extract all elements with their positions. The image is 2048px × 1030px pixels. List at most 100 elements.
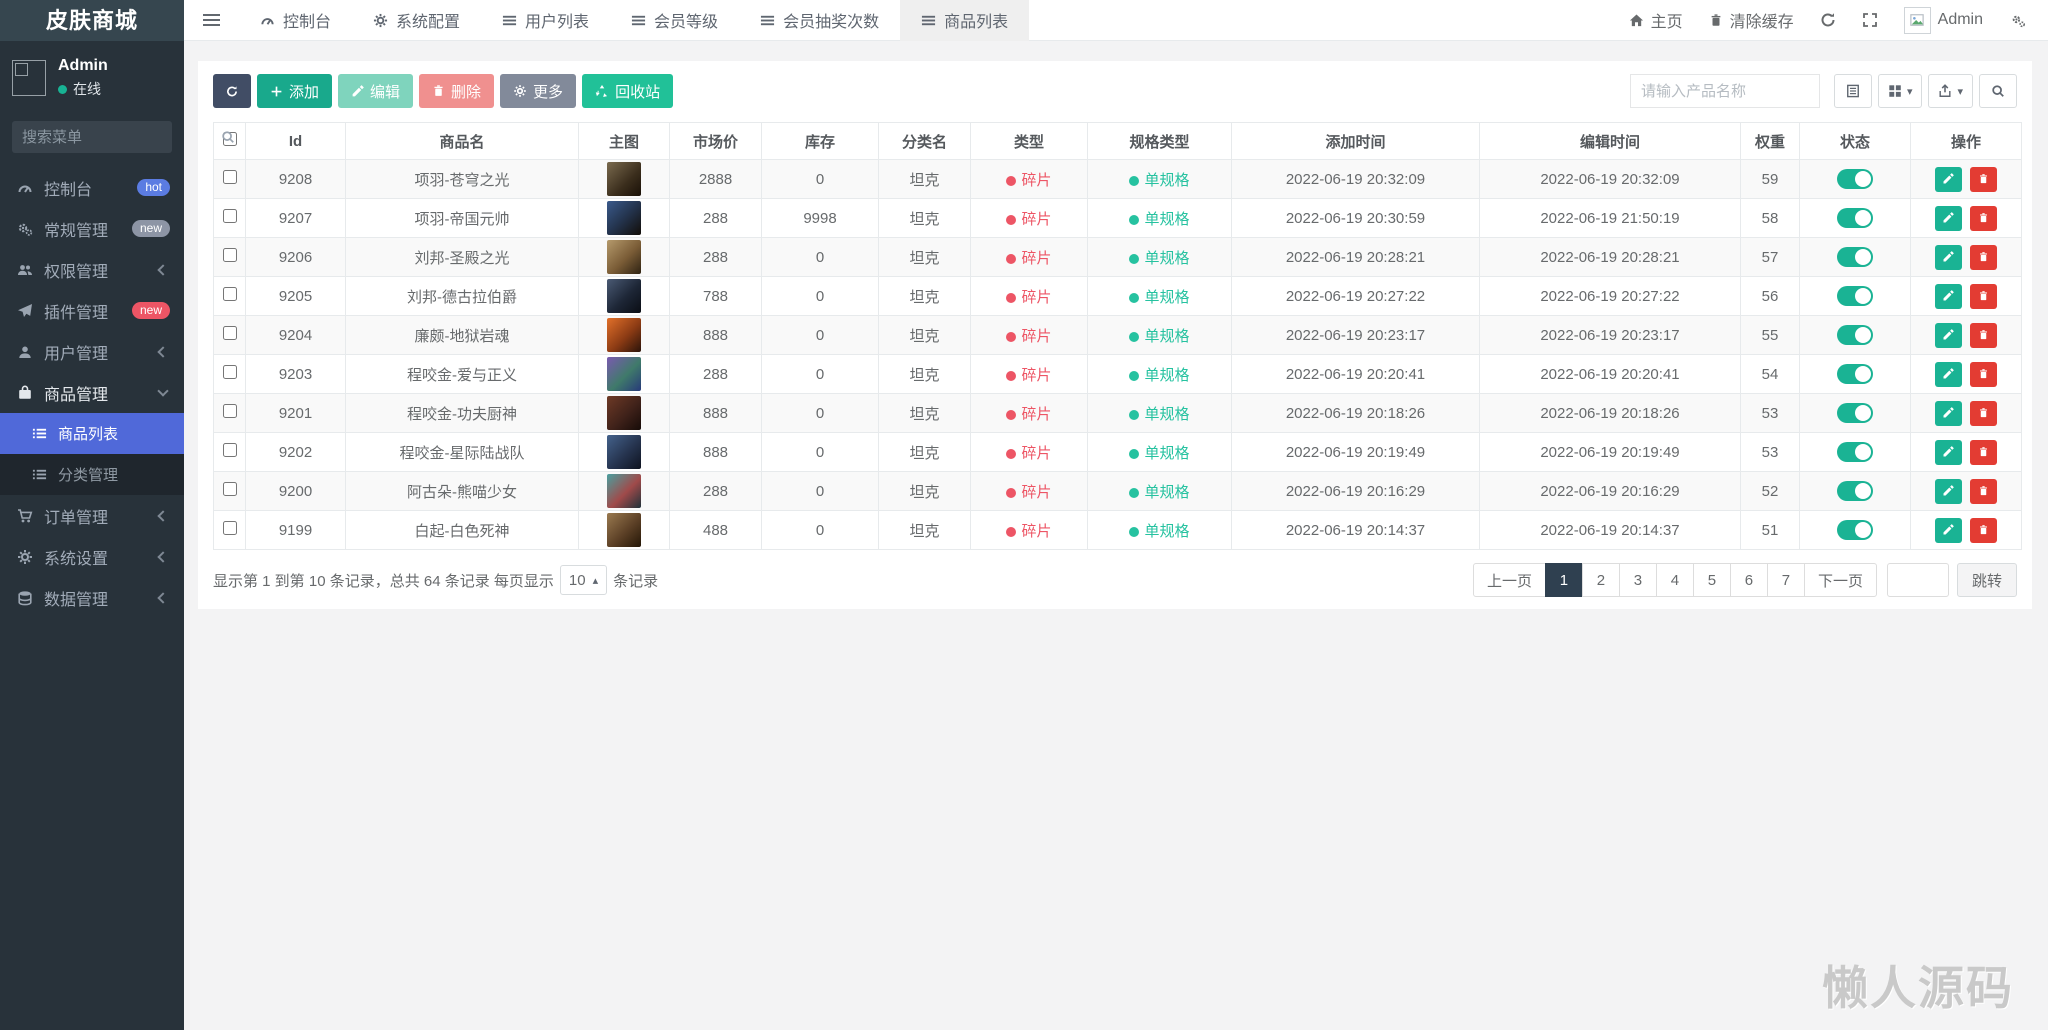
row-edit-button[interactable] (1935, 284, 1962, 309)
recycle-bin-button[interactable]: 回收站 (582, 74, 673, 108)
product-thumbnail[interactable] (607, 279, 641, 313)
user-menu[interactable]: Admin (1904, 7, 1983, 34)
product-thumbnail[interactable] (607, 201, 641, 235)
page-size-select[interactable]: 10▴ (560, 565, 607, 595)
status-toggle[interactable] (1837, 325, 1873, 345)
row-delete-button[interactable] (1970, 206, 1997, 231)
sidebar-item-permissions[interactable]: 权限管理 (0, 249, 184, 290)
tab-lottery-times[interactable]: 会员抽奖次数 (739, 0, 900, 41)
row-checkbox[interactable] (223, 209, 237, 223)
row-delete-button[interactable] (1970, 284, 1997, 309)
row-edit-button[interactable] (1935, 401, 1962, 426)
tab-member-level[interactable]: 会员等级 (610, 0, 739, 41)
tab-user-list[interactable]: 用户列表 (481, 0, 610, 41)
refresh-icon[interactable] (1820, 12, 1836, 28)
row-edit-button[interactable] (1935, 362, 1962, 387)
page-button-7[interactable]: 7 (1767, 563, 1805, 597)
page-button-2[interactable]: 2 (1582, 563, 1620, 597)
refresh-button[interactable] (213, 74, 251, 108)
home-link[interactable]: 主页 (1629, 8, 1683, 32)
search-button[interactable] (1979, 74, 2017, 108)
next-page-button[interactable]: 下一页 (1804, 563, 1877, 597)
row-checkbox[interactable] (223, 443, 237, 457)
status-toggle[interactable] (1837, 364, 1873, 384)
status-toggle[interactable] (1837, 403, 1873, 423)
page-button-3[interactable]: 3 (1619, 563, 1657, 597)
product-thumbnail[interactable] (607, 435, 641, 469)
sidebar-item-dashboard[interactable]: 控制台 hot (0, 167, 184, 208)
row-checkbox[interactable] (223, 287, 237, 301)
jump-button[interactable]: 跳转 (1957, 563, 2017, 597)
sidebar-search-input[interactable] (22, 129, 221, 146)
clear-cache-link[interactable]: 清除缓存 (1709, 8, 1794, 32)
row-checkbox[interactable] (223, 482, 237, 496)
row-delete-button[interactable] (1970, 323, 1997, 348)
tab-system-config[interactable]: 系统配置 (352, 0, 481, 41)
row-checkbox[interactable] (223, 248, 237, 262)
sidebar-item-products[interactable]: 商品管理 (0, 372, 184, 413)
row-delete-button[interactable] (1970, 167, 1997, 192)
jump-page-input[interactable] (1887, 563, 1949, 597)
status-toggle[interactable] (1837, 247, 1873, 267)
page-button-1[interactable]: 1 (1545, 563, 1583, 597)
export-button[interactable]: ▾ (1928, 74, 1973, 108)
status-toggle[interactable] (1837, 286, 1873, 306)
row-delete-button[interactable] (1970, 440, 1997, 465)
product-thumbnail[interactable] (607, 357, 641, 391)
gears-icon[interactable] (2009, 12, 2026, 29)
page-button-5[interactable]: 5 (1693, 563, 1731, 597)
chevron-left-icon (157, 346, 168, 357)
row-edit-button[interactable] (1935, 323, 1962, 348)
product-thumbnail[interactable] (607, 513, 641, 547)
row-edit-button[interactable] (1935, 245, 1962, 270)
row-checkbox[interactable] (223, 521, 237, 535)
row-delete-button[interactable] (1970, 362, 1997, 387)
status-toggle[interactable] (1837, 208, 1873, 228)
product-search-input[interactable] (1630, 74, 1820, 108)
row-edit-button[interactable] (1935, 167, 1962, 192)
row-delete-button[interactable] (1970, 479, 1997, 504)
sidebar-item-general[interactable]: 常规管理 new (0, 208, 184, 249)
row-checkbox[interactable] (223, 326, 237, 340)
row-checkbox[interactable] (223, 365, 237, 379)
sidebar-item-category[interactable]: 分类管理 (0, 454, 184, 495)
delete-button[interactable]: 删除 (419, 74, 494, 108)
row-delete-button[interactable] (1970, 401, 1997, 426)
fullscreen-icon[interactable] (1862, 12, 1878, 28)
status-toggle[interactable] (1837, 481, 1873, 501)
tab-product-list[interactable]: 商品列表 (900, 0, 1029, 41)
row-checkbox[interactable] (223, 170, 237, 184)
status-toggle[interactable] (1837, 169, 1873, 189)
product-thumbnail[interactable] (607, 318, 641, 352)
product-thumbnail[interactable] (607, 240, 641, 274)
row-delete-button[interactable] (1970, 245, 1997, 270)
page-button-6[interactable]: 6 (1730, 563, 1768, 597)
status-toggle[interactable] (1837, 442, 1873, 462)
add-button[interactable]: 添加 (257, 74, 332, 108)
row-checkbox[interactable] (223, 404, 237, 418)
sidebar-toggle-icon[interactable] (184, 11, 239, 29)
detail-view-button[interactable] (1834, 74, 1872, 108)
page-button-4[interactable]: 4 (1656, 563, 1694, 597)
product-thumbnail[interactable] (607, 474, 641, 508)
sidebar-item-users[interactable]: 用户管理 (0, 331, 184, 372)
prev-page-button[interactable]: 上一页 (1473, 563, 1546, 597)
row-delete-button[interactable] (1970, 518, 1997, 543)
sidebar-item-product-list[interactable]: 商品列表 (0, 413, 184, 454)
sidebar-item-plugins[interactable]: 插件管理 new (0, 290, 184, 331)
sidebar-item-data[interactable]: 数据管理 (0, 577, 184, 618)
user-avatar[interactable] (12, 60, 46, 96)
sidebar-item-orders[interactable]: 订单管理 (0, 495, 184, 536)
product-thumbnail[interactable] (607, 162, 641, 196)
more-button[interactable]: 更多 (500, 74, 576, 108)
product-thumbnail[interactable] (607, 396, 641, 430)
row-edit-button[interactable] (1935, 440, 1962, 465)
tab-dashboard[interactable]: 控制台 (239, 0, 352, 41)
row-edit-button[interactable] (1935, 518, 1962, 543)
columns-button[interactable]: ▾ (1878, 74, 1923, 108)
sidebar-item-settings[interactable]: 系统设置 (0, 536, 184, 577)
row-edit-button[interactable] (1935, 479, 1962, 504)
status-toggle[interactable] (1837, 520, 1873, 540)
edit-button[interactable]: 编辑 (338, 74, 413, 108)
row-edit-button[interactable] (1935, 206, 1962, 231)
